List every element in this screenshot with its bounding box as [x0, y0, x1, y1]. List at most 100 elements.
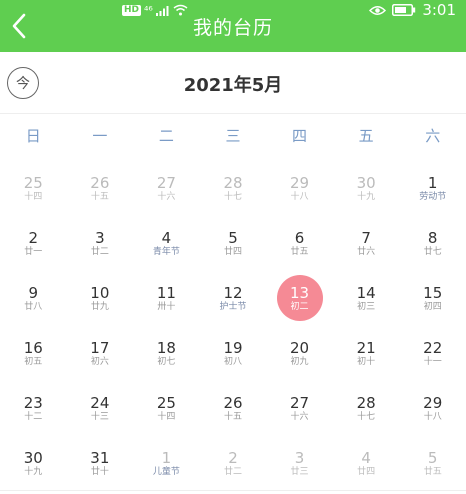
lunar-date: 初三: [357, 302, 376, 312]
calendar-day[interactable]: 29 十八: [399, 388, 466, 443]
weekday-wed: 三: [225, 127, 241, 145]
calendar-day[interactable]: 18 初七: [133, 333, 200, 388]
lunar-date: 廿二: [223, 467, 242, 477]
weekday-mon: 一: [92, 127, 108, 145]
lunar-date: 廿六: [357, 247, 376, 257]
lunar-date: 十三: [90, 412, 109, 422]
day-number: 24: [90, 394, 110, 412]
lunar-date: 十二: [24, 412, 43, 422]
calendar-day[interactable]: 28 十七: [200, 168, 267, 223]
calendar-day[interactable]: 17 初六: [67, 333, 134, 388]
divider: [0, 490, 466, 491]
weekday-header: 日 一 二 三 四 五 六: [0, 118, 466, 154]
day-number: 3: [294, 449, 305, 467]
calendar-day[interactable]: 21 初十: [333, 333, 400, 388]
lunar-date: 十六: [290, 412, 309, 422]
calendar-day[interactable]: 4 廿四: [333, 443, 400, 494]
calendar-day[interactable]: 30 十九: [0, 443, 67, 494]
calendar-day[interactable]: 30 十九: [333, 168, 400, 223]
day-number: 6: [294, 229, 305, 247]
lunar-date: 廿二: [90, 247, 109, 257]
lunar-date: 十九: [357, 192, 376, 202]
calendar-day[interactable]: 26 十五: [67, 168, 134, 223]
calendar-day[interactable]: 3 廿三: [266, 443, 333, 494]
lunar-date: 廿八: [24, 302, 43, 312]
day-number: 5: [228, 229, 238, 247]
day-number: 14: [356, 284, 376, 302]
lunar-date: 初九: [290, 357, 309, 367]
lunar-date: 十九: [24, 467, 43, 477]
day-number: 15: [423, 284, 443, 302]
calendar-day[interactable]: 10 廿九: [67, 278, 134, 333]
day-number: 4: [361, 449, 371, 467]
lunar-date: 廿五: [423, 467, 442, 477]
lunar-date: 卅十: [157, 302, 176, 312]
calendar-day[interactable]: 20 初九: [266, 333, 333, 388]
calendar-day[interactable]: 4 青年节: [133, 223, 200, 278]
day-number: 30: [356, 174, 376, 192]
calendar-day[interactable]: 28 十七: [333, 388, 400, 443]
calendar-day-today[interactable]: 13 初二: [266, 275, 333, 333]
calendar-day[interactable]: 27 十六: [266, 388, 333, 443]
day-number: 23: [23, 394, 43, 412]
month-bar: 今 2021年5月: [0, 52, 466, 114]
calendar-day[interactable]: 5 廿五: [399, 443, 466, 494]
lunar-date: 初七: [157, 357, 176, 367]
calendar-day[interactable]: 6 廿五: [266, 223, 333, 278]
day-number: 25: [156, 394, 176, 412]
day-number: 30: [23, 449, 43, 467]
day-number: 31: [90, 449, 110, 467]
calendar-day[interactable]: 8 廿七: [399, 223, 466, 278]
month-title[interactable]: 2021年5月: [0, 71, 466, 97]
calendar-day[interactable]: 31 廿十: [67, 443, 134, 494]
day-number: 17: [90, 339, 110, 357]
weekday-thu: 四: [292, 127, 308, 145]
calendar-day[interactable]: 22 十一: [399, 333, 466, 388]
calendar-day[interactable]: 5 廿四: [200, 223, 267, 278]
calendar-day[interactable]: 25 十四: [0, 168, 67, 223]
lunar-date: 廿十: [90, 467, 109, 477]
day-number: 26: [90, 174, 110, 192]
lunar-date: 初二: [290, 302, 309, 312]
lunar-date: 廿三: [290, 467, 309, 477]
day-number: 2: [28, 229, 39, 247]
calendar-day[interactable]: 25 十四: [133, 388, 200, 443]
lunar-date: 十四: [24, 192, 43, 202]
day-number: 1: [161, 449, 172, 467]
day-number: 4: [161, 229, 172, 247]
day-number: 18: [156, 339, 176, 357]
calendar-day[interactable]: 3 廿二: [67, 223, 134, 278]
calendar-day[interactable]: 27 十六: [133, 168, 200, 223]
calendar-day[interactable]: 1 儿童节: [133, 443, 200, 494]
lunar-date: 十五: [90, 192, 109, 202]
calendar-day[interactable]: 2 廿二: [200, 443, 267, 494]
lunar-date: 十四: [157, 412, 176, 422]
calendar-grid: 25 十四 26 十五 27 十六 28 十七 29 十八 30 十九 1 劳动节 2 廿一 3 廿二 4 青年节 5 廿…: [0, 168, 466, 494]
weekday-tue: 二: [158, 127, 174, 145]
calendar-day[interactable]: 9 廿八: [0, 278, 67, 333]
lunar-date: 十六: [157, 192, 176, 202]
lunar-date: 初四: [423, 302, 442, 312]
day-number: 5: [427, 449, 438, 467]
calendar-day[interactable]: 15 初四: [399, 278, 466, 333]
calendar-day[interactable]: 19 初八: [200, 333, 267, 388]
day-number: 7: [361, 229, 371, 247]
lunar-date: 十七: [357, 412, 376, 422]
day-number: 8: [427, 229, 438, 247]
calendar-day[interactable]: 11 卅十: [133, 278, 200, 333]
calendar-day[interactable]: 16 初五: [0, 333, 67, 388]
calendar-day[interactable]: 23 十二: [0, 388, 67, 443]
calendar-day[interactable]: 26 十五: [200, 388, 267, 443]
calendar-day[interactable]: 1 劳动节: [399, 168, 466, 223]
lunar-date: 初五: [24, 357, 43, 367]
calendar-day[interactable]: 29 十八: [266, 168, 333, 223]
day-number: 28: [223, 174, 243, 192]
lunar-date: 廿四: [223, 247, 242, 257]
calendar-day[interactable]: 12 护士节: [200, 278, 267, 333]
calendar-day[interactable]: 2 廿一: [0, 223, 67, 278]
calendar-day[interactable]: 14 初三: [333, 278, 400, 333]
day-number: 19: [223, 339, 243, 357]
calendar-day[interactable]: 7 廿六: [333, 223, 400, 278]
day-number: 11: [156, 284, 176, 302]
calendar-day[interactable]: 24 十三: [67, 388, 134, 443]
